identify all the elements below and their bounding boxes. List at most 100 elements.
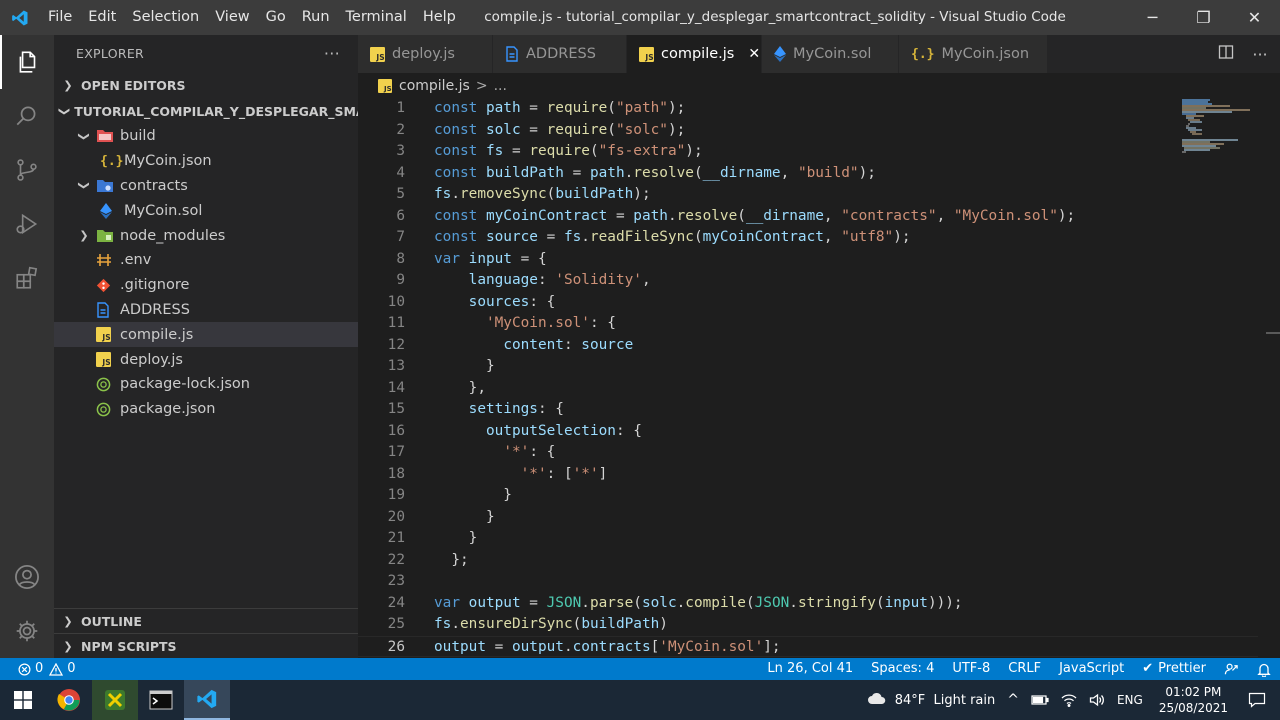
explorer-icon[interactable]	[0, 35, 54, 89]
weather-widget[interactable]: 84°F Light rain	[861, 692, 1002, 708]
code-line[interactable]: 11 'MyCoin.sol': {	[358, 313, 1258, 335]
tab-deploy-js[interactable]: JS deploy.js	[358, 35, 493, 73]
vscode-logo-icon[interactable]	[0, 0, 40, 35]
menu-run[interactable]: Run	[294, 0, 338, 35]
code-line[interactable]: 22 };	[358, 550, 1258, 572]
encoding[interactable]: UTF-8	[943, 658, 999, 680]
extensions-icon[interactable]	[0, 251, 54, 305]
clock[interactable]: 01:02 PM 25/08/2021	[1149, 684, 1238, 716]
tab-mycoin-json[interactable]: {.} MyCoin.json	[899, 35, 1048, 73]
code-line[interactable]: 6 const myCoinContract = path.resolve(__d…	[358, 206, 1258, 228]
breadcrumb-file[interactable]: compile.js	[399, 78, 470, 94]
settings-gear-icon[interactable]	[0, 604, 54, 658]
show-hidden-icons-icon[interactable]: ^	[1001, 692, 1025, 708]
battery-icon[interactable]	[1025, 694, 1055, 706]
menu-file[interactable]: File	[40, 0, 80, 35]
tree-folder[interactable]: ❯ node_modules	[54, 223, 358, 248]
code-line[interactable]: 7 const source = fs.readFileSync(myCoinCo…	[358, 227, 1258, 249]
search-icon[interactable]	[0, 89, 54, 143]
input-language[interactable]: ENG	[1111, 693, 1149, 707]
split-editor-icon[interactable]	[1212, 44, 1240, 64]
tab-address[interactable]: ADDRESS	[493, 35, 627, 73]
outline-section[interactable]: ❯ OUTLINE	[54, 608, 358, 633]
code-line[interactable]: 18 '*': ['*']	[358, 464, 1258, 486]
tab-compile-js[interactable]: JS compile.js ✕	[627, 35, 762, 73]
code-line[interactable]: 9 language: 'Solidity',	[358, 270, 1258, 292]
notification-center-icon[interactable]	[1238, 692, 1280, 708]
menu-go[interactable]: Go	[258, 0, 294, 35]
menu-edit[interactable]: Edit	[80, 0, 124, 35]
code-line[interactable]: 23	[358, 571, 1258, 593]
project-folder-section[interactable]: ❯ TUTORIAL_COMPILAR_Y_DESPLEGAR_SMARTC..…	[54, 99, 407, 124]
code-line[interactable]: 12 content: source	[358, 335, 1258, 357]
live-share-icon[interactable]	[1215, 662, 1248, 677]
minimap[interactable]	[1180, 98, 1266, 158]
prettier-status[interactable]: ✔ Prettier	[1133, 658, 1215, 680]
code-line[interactable]: 4 const buildPath = path.resolve(__dirnam…	[358, 163, 1258, 185]
code-line[interactable]: 21 }	[358, 528, 1258, 550]
code-line[interactable]: 26 output = output.contracts['MyCoin.sol'…	[358, 635, 1258, 657]
code-line[interactable]: 17 '*': {	[358, 442, 1258, 464]
code-line[interactable]: 13 }	[358, 356, 1258, 378]
cursor-position[interactable]: Ln 26, Col 41	[758, 658, 862, 680]
tree-folder[interactable]: ❯ build	[54, 124, 358, 149]
code-line[interactable]: 3 const fs = require("fs-extra");	[358, 141, 1258, 163]
tree-file[interactable]: package.json	[54, 397, 358, 422]
code-line[interactable]: 5 fs.removeSync(buildPath);	[358, 184, 1258, 206]
code-line[interactable]: 2 const solc = require("solc");	[358, 120, 1258, 142]
menu-selection[interactable]: Selection	[124, 0, 207, 35]
app-icon[interactable]	[92, 680, 138, 720]
source-control-icon[interactable]	[0, 143, 54, 197]
tree-file[interactable]: JS compile.js	[54, 322, 358, 348]
indentation[interactable]: Spaces: 4	[862, 658, 943, 680]
code-editor[interactable]: 1 const path = require("path"); 2 const sol…	[358, 98, 1280, 658]
more-actions-icon[interactable]: ···	[324, 44, 340, 63]
chrome-icon[interactable]	[46, 680, 92, 720]
npm-scripts-section[interactable]: ❯ NPM SCRIPTS	[54, 633, 358, 658]
close-tab-icon[interactable]: ✕	[748, 46, 760, 62]
menu-terminal[interactable]: Terminal	[338, 0, 415, 35]
line-number: 18	[387, 465, 405, 482]
tree-file[interactable]: package-lock.json	[54, 372, 358, 397]
tree-file[interactable]: JS deploy.js	[54, 347, 358, 372]
end-of-line[interactable]: CRLF	[999, 658, 1050, 680]
windows-start-icon[interactable]	[0, 680, 46, 720]
tree-item-label: MyCoin.sol	[124, 202, 203, 219]
volume-icon[interactable]	[1083, 693, 1111, 707]
more-actions-icon[interactable]: ···	[1246, 45, 1274, 64]
code-line[interactable]: 19 }	[358, 485, 1258, 507]
problems-indicator[interactable]: 0 0	[14, 658, 85, 680]
tree-file[interactable]: ADDRESS	[54, 298, 358, 323]
vscode-icon[interactable]	[184, 680, 230, 720]
run-debug-icon[interactable]	[0, 197, 54, 251]
terminal-icon[interactable]	[138, 680, 184, 720]
tree-file[interactable]: {.} MyCoin.json	[54, 149, 358, 174]
code-line[interactable]: 20 }	[358, 507, 1258, 529]
tree-file[interactable]: .env	[54, 248, 358, 273]
code-line[interactable]: 15 settings: {	[358, 399, 1258, 421]
minimize-button[interactable]: ─	[1127, 0, 1178, 35]
code-line[interactable]: 8 var input = {	[358, 249, 1258, 271]
code-line[interactable]: 1 const path = require("path");	[358, 98, 1258, 120]
notifications-bell-icon[interactable]	[1248, 662, 1280, 677]
tree-file[interactable]: .gitignore	[54, 273, 358, 298]
restore-button[interactable]: ❐	[1178, 0, 1229, 35]
language-mode[interactable]: JavaScript	[1050, 658, 1133, 680]
code-line[interactable]: 10 sources: {	[358, 292, 1258, 314]
open-editors-section[interactable]: ❯ OPEN EDITORS	[54, 73, 358, 98]
close-window-button[interactable]: ✕	[1229, 0, 1280, 35]
wifi-icon[interactable]	[1055, 693, 1083, 707]
breadcrumb-more[interactable]: ...	[494, 78, 507, 94]
editor-scrollbar[interactable]	[1266, 98, 1280, 658]
code-text: language: 'Solidity',	[468, 272, 651, 288]
menu-view[interactable]: View	[207, 0, 257, 35]
code-line[interactable]: 16 outputSelection: {	[358, 421, 1258, 443]
tree-file[interactable]: MyCoin.sol	[54, 198, 358, 223]
code-line[interactable]: 24 var output = JSON.parse(solc.compile(J…	[358, 593, 1258, 615]
tree-folder[interactable]: ❯ contracts	[54, 174, 358, 199]
code-line[interactable]: 25 fs.ensureDirSync(buildPath)	[358, 614, 1258, 636]
accounts-icon[interactable]	[0, 550, 54, 604]
menu-help[interactable]: Help	[415, 0, 464, 35]
code-line[interactable]: 14 },	[358, 378, 1258, 400]
tab-mycoin-sol[interactable]: MyCoin.sol	[762, 35, 899, 73]
